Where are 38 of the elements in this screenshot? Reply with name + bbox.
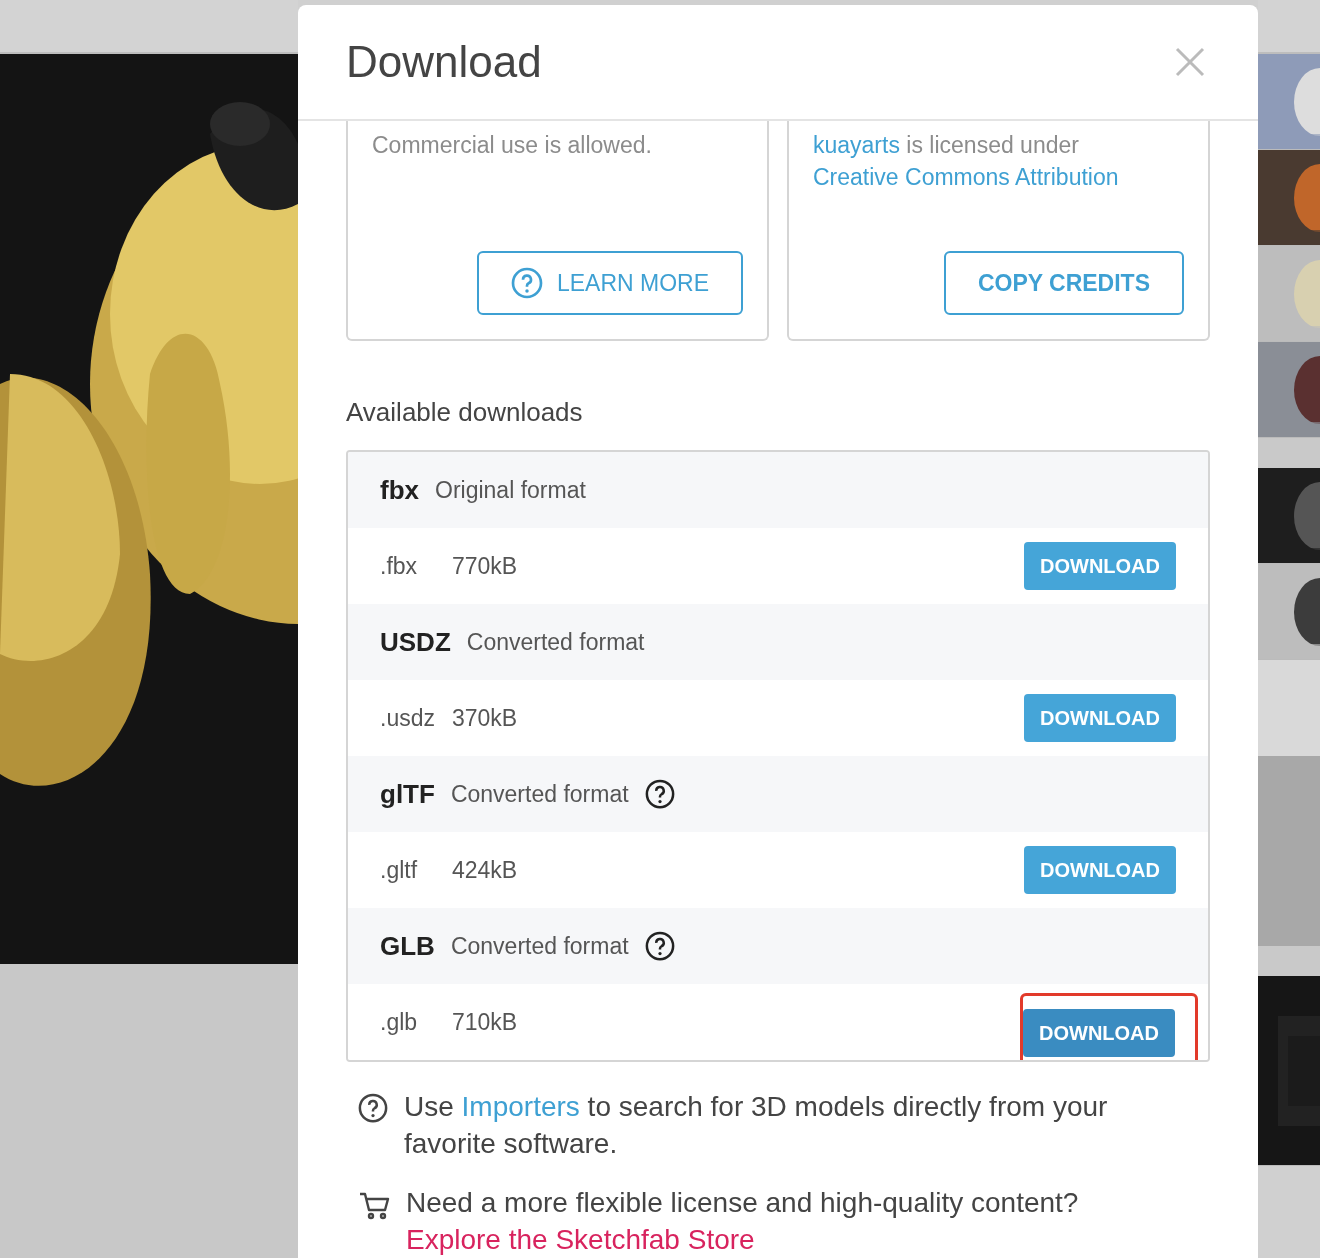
format-name: USDZ bbox=[380, 625, 451, 659]
format-name: GLB bbox=[380, 929, 435, 963]
format-description: Converted format bbox=[450, 779, 629, 809]
file-size: 710kB bbox=[452, 1007, 519, 1037]
download-button[interactable]: DOWNLOAD bbox=[1024, 694, 1176, 742]
help-icon bbox=[358, 1093, 388, 1123]
help-icon bbox=[644, 779, 675, 809]
file-size: 424kB bbox=[452, 855, 519, 885]
modal-title: Download bbox=[346, 35, 542, 88]
section-heading: Available downloads bbox=[346, 396, 584, 429]
license-terms: Commercial use is allowed. bbox=[372, 131, 653, 160]
note-text: Need a more flexible license and high-quality content? Explore the Sketchfab Store bbox=[406, 1186, 1079, 1257]
format-description: Converted format bbox=[466, 627, 645, 657]
download-button[interactable]: DOWNLOAD bbox=[1023, 1009, 1175, 1057]
author-link[interactable]: kuayarts bbox=[813, 132, 900, 158]
license-link[interactable]: Creative Commons Attribution bbox=[813, 164, 1119, 190]
credits-text: kuayarts is licensed under Creative Commons Attribution bbox=[813, 131, 1120, 192]
help-icon bbox=[644, 931, 675, 961]
format-description: Original format bbox=[435, 475, 586, 505]
format-name: fbx bbox=[380, 473, 419, 507]
file-size: 370kB bbox=[452, 703, 519, 733]
download-button[interactable]: DOWNLOAD bbox=[1024, 542, 1176, 590]
help-icon bbox=[510, 267, 543, 299]
close-icon[interactable] bbox=[1174, 46, 1206, 78]
importers-link[interactable]: Importers bbox=[461, 1091, 580, 1122]
format-description: Converted format bbox=[450, 931, 629, 961]
file-extension: .usdz bbox=[380, 703, 436, 733]
store-link[interactable]: Explore the Sketchfab Store bbox=[406, 1224, 755, 1255]
file-size: 770kB bbox=[452, 551, 519, 581]
download-button[interactable]: DOWNLOAD bbox=[1024, 846, 1176, 894]
copy-credits-button[interactable]: COPY CREDITS bbox=[943, 251, 1184, 315]
format-name: glTF bbox=[380, 777, 435, 811]
file-extension: .fbx bbox=[380, 551, 419, 581]
file-extension: .gltf bbox=[380, 855, 419, 885]
learn-more-button[interactable]: LEARN MORE bbox=[476, 251, 743, 315]
panel-background bbox=[1258, 438, 1320, 468]
note-text: Use Importers to search for 3D models directly from your favorite software. bbox=[404, 1090, 1109, 1161]
file-extension: .glb bbox=[380, 1007, 419, 1037]
